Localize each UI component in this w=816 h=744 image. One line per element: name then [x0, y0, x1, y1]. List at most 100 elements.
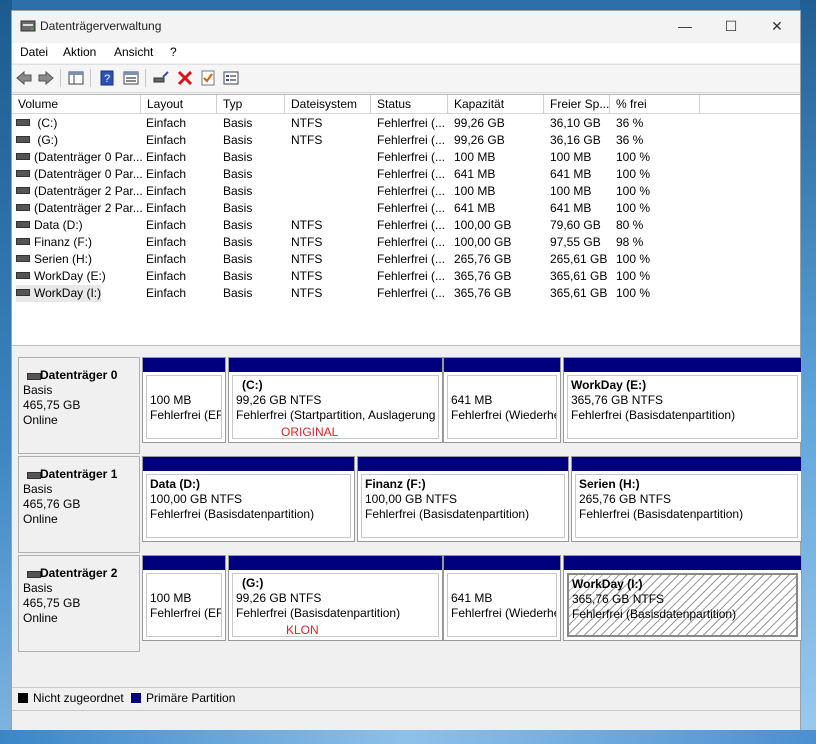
volume-row[interactable]: (G:) Einfach Basis NTFS Fehlerfrei (... 99,26…: [12, 132, 800, 149]
partition-color-bar: [358, 457, 568, 471]
volume-row[interactable]: (Datenträger 2 Par... Einfach Basis Fehlerf…: [12, 200, 800, 217]
check-icon[interactable]: [199, 69, 217, 87]
column-header-free-space[interactable]: Freier Sp...: [544, 95, 610, 113]
volume-row[interactable]: WorkDay (E:) Einfach Basis NTFS Fehlerfrei (…: [12, 268, 800, 285]
partition-efi[interactable]: 100 MB Fehlerfrei (EFI: [142, 357, 226, 443]
menu-help[interactable]: ?: [170, 45, 177, 59]
partition-size: 365,76 GB NTFS: [572, 592, 665, 606]
volume-cell-free: 36,16 GB: [550, 133, 601, 147]
menu-ansicht[interactable]: Ansicht: [114, 45, 153, 59]
partition-workday-i-selected[interactable]: WorkDay (I:) 365,76 GB NTFS Fehlerfrei (…: [563, 555, 802, 641]
volume-disk-icon: [16, 221, 30, 229]
partition-c[interactable]: (C:) 99,26 GB NTFS Fehlerfrei (Startpart…: [228, 357, 443, 443]
menu-aktion[interactable]: Aktion: [63, 45, 96, 59]
column-header-type[interactable]: Typ: [217, 95, 285, 113]
disk-name: Datenträger 1: [40, 467, 118, 481]
title-bar[interactable]: Datenträgerverwaltung — ☐ ✕: [12, 11, 800, 43]
partition-g[interactable]: (G:) 99,26 GB NTFS Fehlerfrei (Basisdate…: [228, 555, 443, 641]
volume-cell-status: Fehlerfrei (...: [377, 235, 446, 249]
volume-cell-status: Fehlerfrei (...: [377, 133, 446, 147]
partition-color-bar: [143, 556, 225, 570]
menu-datei[interactable]: Datei: [20, 45, 48, 59]
volume-cell-layout: Einfach: [146, 167, 187, 181]
volume-cell-type: Basis: [223, 286, 253, 300]
partition-workday-e[interactable]: WorkDay (E:) 365,76 GB NTFS Fehlerfrei (…: [563, 357, 802, 443]
disk-row[interactable]: Datenträger 1 Basis 465,76 GB Online Dat…: [18, 456, 802, 553]
volume-cell-capacity: 641 MB: [454, 201, 496, 215]
partition-serien-h[interactable]: Serien (H:) 265,76 GB NTFS Fehlerfrei (B…: [571, 456, 802, 542]
delete-icon[interactable]: [176, 69, 194, 87]
partition-finanz-f[interactable]: Finanz (F:) 100,00 GB NTFS Fehlerfrei (B…: [357, 456, 569, 542]
volume-cell-pct: 100 %: [616, 184, 651, 198]
volume-row[interactable]: (C:) Einfach Basis NTFS Fehlerfrei (... 99,26…: [12, 115, 800, 132]
volume-row[interactable]: (Datenträger 2 Par... Einfach Basis Fehlerf…: [12, 183, 800, 200]
disk-row[interactable]: Datenträger 2 Basis 465,75 GB Online 100…: [18, 555, 802, 652]
volume-row[interactable]: (Datenträger 0 Par... Einfach Basis Fehlerf…: [12, 166, 800, 183]
volume-cell-name: (Datenträger 0 Par...: [16, 166, 143, 183]
column-header-status[interactable]: Status: [371, 95, 448, 113]
partition-color-bar: [444, 556, 560, 570]
properties-icon[interactable]: [222, 69, 240, 87]
disk-state: Online: [23, 512, 58, 526]
volume-cell-capacity: 100,00 GB: [454, 235, 512, 249]
column-header-layout[interactable]: Layout: [141, 95, 217, 113]
partition-size: 100,00 GB NTFS: [365, 492, 458, 506]
volume-disk-icon: [16, 170, 30, 178]
partition-color-bar: [564, 358, 801, 372]
disk-info-panel[interactable]: Datenträger 0 Basis 465,75 GB Online: [18, 357, 140, 454]
partition-recovery[interactable]: 641 MB Fehlerfrei (Wiederhe: [443, 357, 561, 443]
toolbar-separator: [60, 69, 61, 87]
partition-color-bar: [564, 556, 801, 570]
disk-type: Basis: [23, 482, 53, 496]
partition-color-bar: [229, 358, 442, 372]
column-header-volume[interactable]: Volume: [12, 95, 141, 113]
volume-cell-capacity: 99,26 GB: [454, 133, 505, 147]
help-icon[interactable]: ?: [98, 69, 116, 87]
close-button[interactable]: ✕: [754, 11, 800, 41]
column-header-filesystem[interactable]: Dateisystem: [285, 95, 371, 113]
volume-cell-name: (C:): [16, 115, 57, 132]
disk-size: 465,75 GB: [23, 596, 81, 610]
partition-content: WorkDay (I:) 365,76 GB NTFS Fehlerfrei (…: [567, 573, 798, 637]
partition-efi[interactable]: 100 MB Fehlerfrei (EFI: [142, 555, 226, 641]
volume-cell-status: Fehlerfrei (...: [377, 218, 446, 232]
volume-disk-icon: [16, 255, 30, 263]
volume-name: (Datenträger 0 Par...: [34, 150, 143, 164]
volume-cell-status: Fehlerfrei (...: [377, 167, 446, 181]
partition-color-bar: [572, 457, 801, 471]
disk-row[interactable]: Datenträger 0 Basis 465,75 GB Online 100…: [18, 357, 802, 454]
partition-status: Fehlerfrei (Basisdatenpartition): [572, 607, 737, 621]
legend-primary-swatch: [131, 693, 141, 703]
partition-name: [451, 378, 553, 393]
column-header-capacity[interactable]: Kapazität: [448, 95, 544, 113]
partition-content: Finanz (F:) 100,00 GB NTFS Fehlerfrei (B…: [361, 474, 565, 538]
disk-state: Online: [23, 611, 58, 625]
disk-info-panel[interactable]: Datenträger 2 Basis 465,75 GB Online: [18, 555, 140, 652]
volume-row[interactable]: WorkDay (I:) Einfach Basis NTFS Fehlerfrei (…: [12, 285, 800, 302]
partition-content: 100 MB Fehlerfrei (EFI: [146, 573, 222, 637]
connect-icon[interactable]: [152, 69, 170, 87]
back-icon[interactable]: [15, 69, 33, 87]
volume-row[interactable]: Serien (H:) Einfach Basis NTFS Fehlerfrei (.…: [12, 251, 800, 268]
annotation-original: ORIGINAL: [281, 425, 339, 439]
forward-icon[interactable]: [37, 69, 55, 87]
partition-content: Data (D:) 100,00 GB NTFS Fehlerfrei (Bas…: [146, 474, 351, 538]
volume-row[interactable]: Data (D:) Einfach Basis NTFS Fehlerfrei (...…: [12, 217, 800, 234]
disk-info-panel[interactable]: Datenträger 1 Basis 465,76 GB Online: [18, 456, 140, 553]
volume-cell-type: Basis: [223, 116, 253, 130]
volume-row[interactable]: Finanz (F:) Einfach Basis NTFS Fehlerfrei (.…: [12, 234, 800, 251]
volume-row[interactable]: (Datenträger 0 Par... Einfach Basis Fehlerf…: [12, 149, 800, 166]
column-header-percent-free[interactable]: % frei: [610, 95, 700, 113]
console-tree-icon[interactable]: [67, 69, 85, 87]
maximize-button[interactable]: ☐: [708, 11, 754, 41]
partition-content: WorkDay (E:) 365,76 GB NTFS Fehlerfrei (…: [567, 375, 798, 439]
minimize-button[interactable]: —: [662, 11, 708, 41]
partition-color-bar: [143, 358, 225, 372]
volume-cell-free: 97,55 GB: [550, 235, 601, 249]
show-hide-icon[interactable]: [122, 69, 140, 87]
volume-cell-type: Basis: [223, 269, 253, 283]
partition-recovery[interactable]: 641 MB Fehlerfrei (Wiederhe: [443, 555, 561, 641]
volume-cell-capacity: 641 MB: [454, 167, 496, 181]
volume-cell-layout: Einfach: [146, 116, 187, 130]
partition-data-d[interactable]: Data (D:) 100,00 GB NTFS Fehlerfrei (Bas…: [142, 456, 355, 542]
